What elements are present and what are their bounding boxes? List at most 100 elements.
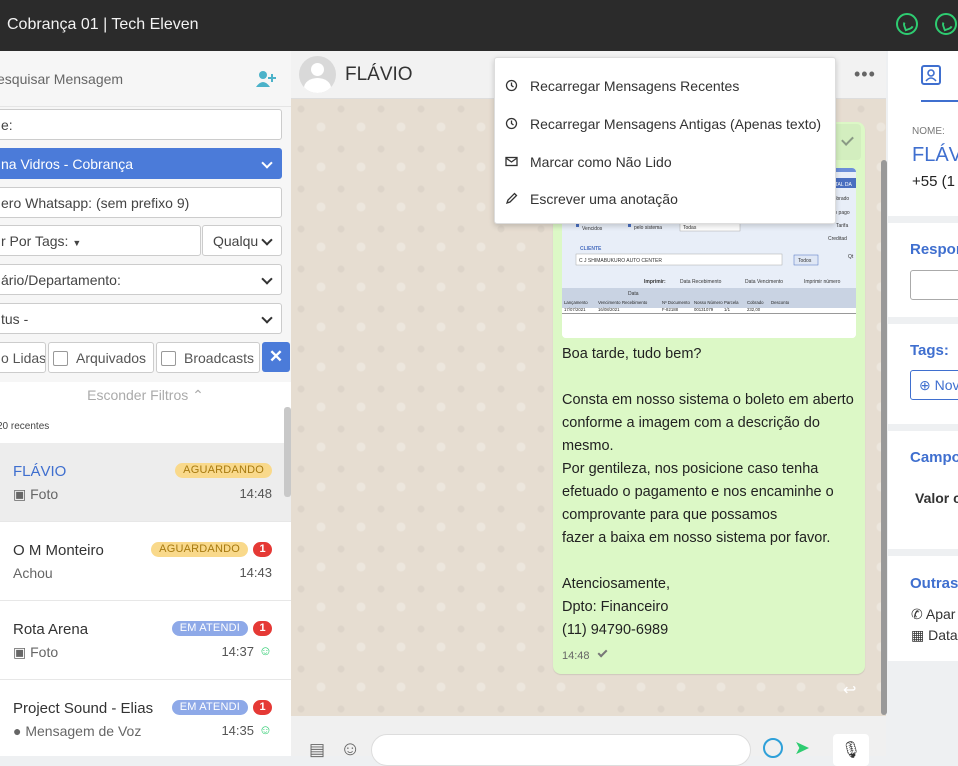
user-department-select[interactable]: ário/Departamento: — [0, 264, 282, 295]
archived-checkbox[interactable]: Arquivados — [48, 342, 154, 373]
responsible-select[interactable] — [910, 270, 958, 300]
value-label: Valor c — [915, 490, 958, 506]
envelope-icon — [505, 156, 518, 167]
device-row: ✆ Apar — [911, 606, 955, 623]
hide-filters-label: Esconder Filtros — [87, 387, 189, 403]
responsible-label: Respon — [910, 241, 958, 258]
status-badge: AGUARDANDO — [151, 542, 248, 557]
menu-item-write-note[interactable]: Escrever uma anotação — [495, 181, 835, 217]
contact-icon[interactable] — [921, 65, 941, 85]
conversation-list: FLÁVIO AGUARDANDO ▣ Foto 14:48 O M Monte… — [0, 443, 291, 756]
microphone-icon: ● — [13, 723, 22, 739]
user-icon: ☺ — [258, 643, 272, 658]
tags-filter-label: r Por Tags: — [1, 233, 69, 249]
reply-icon[interactable]: ↩ — [843, 680, 856, 700]
client-name: C J SHIMABUKURO AUTO CENTER — [579, 258, 662, 264]
option-label: Todos — [798, 258, 812, 264]
tags-mode-select[interactable]: Qualqu — [202, 225, 282, 256]
avatar[interactable] — [299, 56, 336, 93]
conversation-item[interactable]: FLÁVIO AGUARDANDO ▣ Foto 14:48 — [0, 443, 291, 522]
menu-item-label: Escrever uma anotação — [530, 191, 678, 207]
checkbox-icon[interactable] — [53, 351, 68, 366]
whatsapp-icon[interactable] — [935, 13, 957, 35]
new-tag-button[interactable]: ⊕ Nov — [910, 370, 958, 400]
chat-scrollbar[interactable] — [881, 160, 887, 715]
last-message: ● Mensagem de Voz — [13, 723, 141, 739]
archived-label: Arquivados — [76, 350, 147, 366]
microphone-icon[interactable]: 🎙 — [833, 734, 869, 766]
top-bar: Cobrança 01 | Tech Eleven — [0, 0, 958, 51]
side-label: Qt — [848, 254, 854, 260]
contact-details-panel: NOME: FLÁV +55 (1 Respon Tags: ⊕ Nov Cam… — [888, 51, 958, 756]
message-text: Boa tarde, tudo bem? Consta em nosso sis… — [562, 346, 854, 638]
chat-contact-name[interactable]: FLÁVIO — [345, 64, 413, 86]
tab-indicator — [921, 100, 958, 102]
message-time: 14:43 — [239, 565, 272, 580]
users-icon: ☺ — [258, 722, 272, 737]
message-time: 14:35 — [221, 723, 254, 738]
broadcasts-checkbox[interactable]: Broadcasts — [156, 342, 260, 373]
add-user-icon[interactable] — [256, 70, 276, 88]
fields-label: Campo — [910, 449, 958, 466]
date-header: Data — [628, 291, 639, 297]
recent-count: 20 recentes — [0, 421, 50, 432]
send-icon[interactable]: ➤ — [794, 737, 810, 760]
message-time: 14:48 — [239, 486, 272, 501]
status-badge: AGUARDANDO — [175, 463, 272, 478]
table-header: Lançamento Vencimento Recebimento Nº Docume… — [564, 300, 790, 305]
emoji-icon[interactable]: ☺ — [340, 738, 360, 761]
message-input[interactable] — [371, 734, 751, 766]
table-header-cell: Nosso Número — [694, 300, 723, 305]
chevron-up-icon: ⌃ — [192, 387, 204, 403]
unread-checkbox[interactable]: o Lidas — [0, 342, 46, 373]
tags-filter-select[interactable]: r Por Tags: ▼ — [0, 225, 201, 256]
status-select[interactable]: tus - — [0, 303, 282, 334]
last-message: Achou — [13, 565, 53, 581]
date-row: ▦ Data — [911, 627, 958, 644]
conversation-item[interactable]: Rota Arena EM ATENDI 1 ▣ Foto 14:37 ☺ — [0, 601, 291, 680]
plus-circle-icon: ⊕ — [919, 377, 931, 393]
contact-name: Rota Arena — [13, 621, 89, 638]
menu-item-reload-recent[interactable]: Recarregar Mensagens Recentes — [495, 68, 835, 104]
hide-filters-toggle[interactable]: Esconder Filtros ⌃ — [0, 382, 291, 408]
option-label: Vencidos — [582, 226, 603, 232]
unread-count-badge: 1 — [253, 621, 272, 636]
message-time: 14:48 — [562, 650, 590, 662]
table-cell: 1/1 — [724, 307, 731, 312]
name-label: NOME: — [912, 126, 945, 137]
conversation-item[interactable]: Project Sound - Elias EM ATENDI 1 ● Mens… — [0, 680, 291, 756]
table-header-cell: Desconto — [771, 300, 790, 305]
last-message: ▣ Foto — [13, 486, 58, 503]
others-label: Outras — [910, 575, 958, 592]
client-label: CLIENTE — [580, 246, 602, 252]
image-icon: ▣ — [13, 486, 27, 502]
menu-item-reload-old[interactable]: Recarregar Mensagens Antigas (Apenas tex… — [495, 106, 835, 142]
message-select-check[interactable] — [833, 124, 861, 160]
menu-item-label: Recarregar Mensagens Antigas (Apenas tex… — [530, 116, 822, 132]
name-filter-input[interactable]: e: — [0, 109, 282, 140]
search-bar: esquisar Mensagem — [0, 51, 291, 107]
contact-name: FLÁV — [912, 144, 958, 166]
table-cell: F-82188 — [662, 307, 679, 312]
conversation-item[interactable]: O M Monteiro AGUARDANDO 1 Achou 14:43 — [0, 522, 291, 601]
status-badge: EM ATENDI — [171, 700, 248, 715]
queue-select[interactable]: na Vidros - Cobrança — [0, 148, 282, 179]
more-options-icon[interactable]: ••• — [854, 64, 876, 85]
table-cell: 00131079 — [694, 307, 714, 312]
list-scrollbar[interactable] — [284, 407, 291, 497]
message-composer: ▤ ☺ ➤ 🎙 — [291, 716, 886, 766]
menu-item-mark-unread[interactable]: Marcar como Não Lido — [495, 144, 835, 180]
others-card: Outras ✆ Apar ▦ Data — [888, 556, 958, 661]
search-input[interactable]: esquisar Mensagem — [0, 71, 123, 87]
clear-filters-button[interactable]: ✕ — [262, 342, 290, 372]
whatsapp-number-input[interactable]: ero Whatsapp: (sem prefixo 9) — [0, 187, 282, 218]
schedule-icon[interactable] — [763, 738, 783, 758]
tags-card: Tags: ⊕ Nov — [888, 324, 958, 424]
conversation-sidebar: esquisar Mensagem e: na Vidros - Cobranç… — [0, 51, 291, 756]
checkbox-icon[interactable] — [161, 351, 176, 366]
whatsapp-icon[interactable] — [896, 13, 918, 35]
options-menu: Recarregar Mensagens Recentes Recarregar… — [494, 57, 836, 224]
contact-name: Project Sound - Elias — [13, 700, 154, 717]
notes-icon[interactable]: ▤ — [309, 740, 325, 760]
contact-name: O M Monteiro — [13, 542, 104, 559]
